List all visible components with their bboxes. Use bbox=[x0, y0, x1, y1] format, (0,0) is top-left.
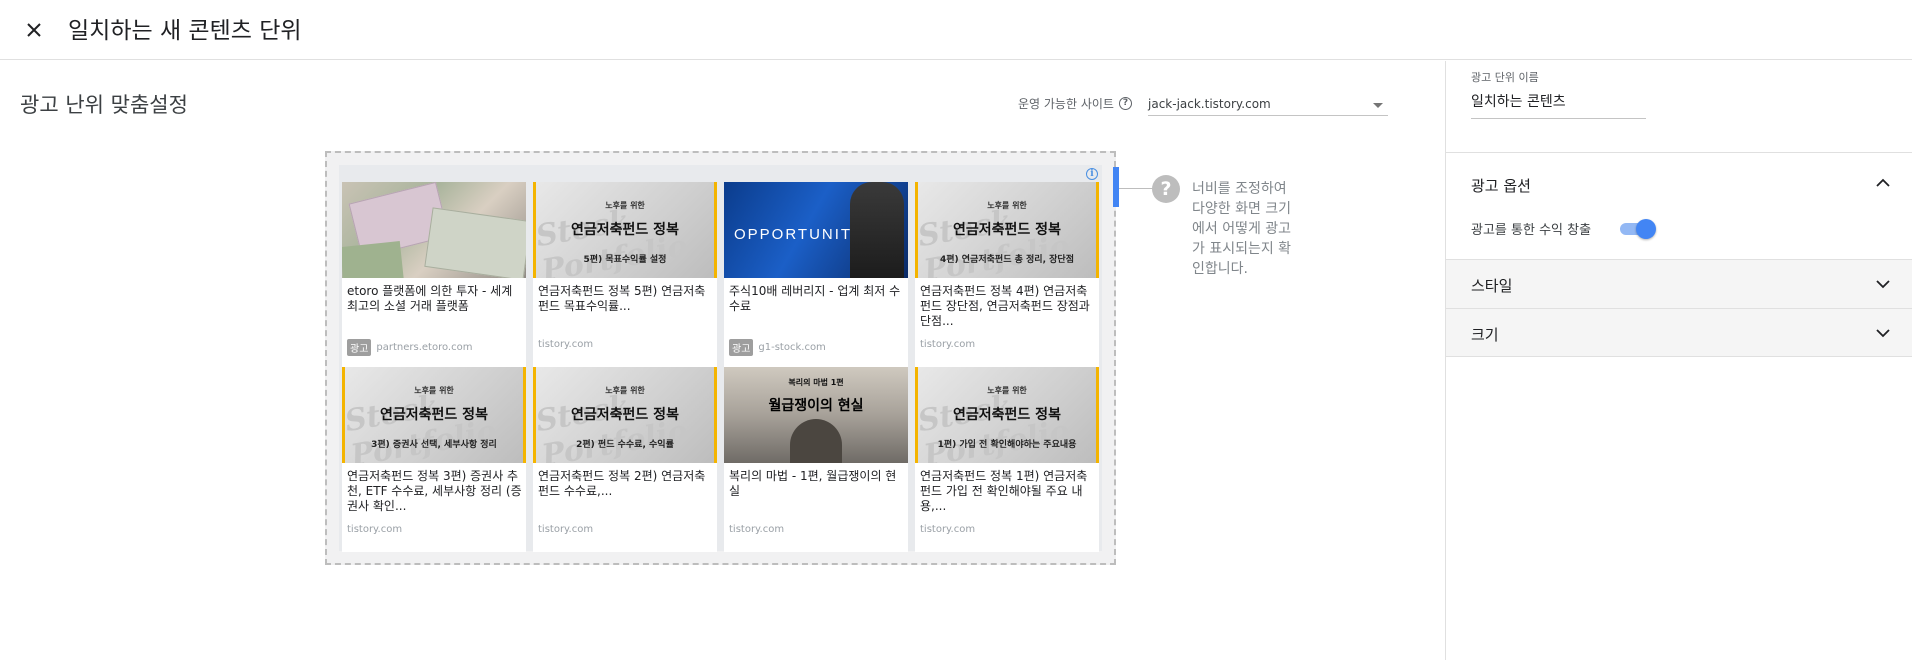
ad-unit-name-input[interactable]: 일치하는 콘텐츠 bbox=[1471, 83, 1646, 119]
thumb-big-text: 연금저축펀드 정복 bbox=[953, 407, 1061, 423]
section-title: 광고 난위 맞춤설정 bbox=[20, 93, 188, 117]
card-source-text: tistory.com bbox=[920, 339, 976, 350]
thumb-sub-text: 4편) 연금저축펀드 총 정리, 장단점 bbox=[940, 255, 1074, 265]
ad-options-section: 광고 옵션 광고를 통한 수익 창출 bbox=[1446, 152, 1912, 259]
card-source-text: tistory.com bbox=[729, 524, 785, 535]
dropdown-caret-icon bbox=[1373, 103, 1383, 108]
thumb-word: OPPORTUNITY bbox=[734, 226, 865, 243]
ad-card[interactable]: Stock Portfolio 노후를 위한 연금저축펀드 정복 1편) 가입 … bbox=[915, 367, 1099, 552]
thumb-big-text: 연금저축펀드 정복 bbox=[571, 407, 679, 423]
card-title: 연금저축펀드 정복 4편) 연금저축펀드 장단점, 연금저축펀드 장점과 단점.… bbox=[920, 284, 1090, 328]
ad-info-icon[interactable]: i bbox=[1086, 168, 1098, 180]
ad-card[interactable]: Stock Portfolio 노후를 위한 연금저축펀드 정복 2편) 펀드 … bbox=[533, 367, 717, 552]
thumbnail-image: 복리의 마법 1편 월급쟁이의 현실 bbox=[724, 367, 908, 463]
thumbnail-image: OPPORTUNITY bbox=[724, 182, 908, 278]
card-source: tistory.com bbox=[538, 339, 593, 350]
card-source-text: tistory.com bbox=[347, 524, 403, 535]
ad-card[interactable]: Stock Portfolio 노후를 위한 연금저축펀드 정복 3편) 증권사… bbox=[342, 367, 526, 552]
thumb-small-text: 복리의 마법 1편 bbox=[788, 378, 844, 387]
thumb-big-text: 연금저축펀드 정복 bbox=[571, 222, 679, 238]
card-title: etoro 플랫폼에 의한 투자 - 세계 최고의 소셜 거래 플랫폼 bbox=[347, 284, 513, 313]
chevron-down-icon bbox=[1876, 329, 1890, 338]
close-icon bbox=[27, 23, 41, 37]
card-source: tistory.com bbox=[347, 524, 402, 535]
ad-card[interactable]: Stock Portfolio 노후를 위한 연금저축펀드 정복 5편) 목표수… bbox=[533, 182, 717, 367]
card-source-text: tistory.com bbox=[538, 524, 594, 535]
card-source: tistory.com bbox=[920, 339, 975, 350]
thumb-small-text: 노후를 위한 bbox=[414, 386, 454, 395]
size-label: 크기 bbox=[1471, 326, 1499, 344]
card-title: 주식10배 레버리지 - 업계 최저 수수료 bbox=[729, 284, 901, 313]
card-source: tistory.com bbox=[729, 524, 784, 535]
top-bar: 일치하는 새 콘텐츠 단위 bbox=[0, 0, 1912, 60]
thumbnail-image bbox=[342, 182, 526, 278]
ad-badge: 광고 bbox=[729, 339, 754, 356]
card-source-text: tistory.com bbox=[920, 524, 976, 535]
thumb-sub-text: 1편) 가입 전 확인해야하는 주요내용 bbox=[937, 440, 1077, 450]
help-icon[interactable]: ? bbox=[1118, 97, 1132, 110]
ad-card[interactable]: Stock Portfolio 노후를 위한 연금저축펀드 정복 4편) 연금저… bbox=[915, 182, 1099, 367]
thumb-small-text: 노후를 위한 bbox=[987, 386, 1027, 395]
site-label: 운영 가능한 사이트 ? bbox=[1018, 95, 1132, 112]
card-source-text: g1-stock.com bbox=[758, 342, 826, 353]
width-resize-handle[interactable] bbox=[1113, 167, 1119, 207]
settings-panel: 광고 단위 이름 일치하는 콘텐츠 광고 옵션 광고를 통한 수익 창출 스타일… bbox=[1445, 61, 1912, 660]
divider bbox=[1446, 356, 1912, 357]
hint-connector bbox=[1119, 188, 1153, 189]
chevron-up-icon[interactable] bbox=[1875, 175, 1891, 191]
thumb-sub-text: 2편) 펀드 수수료, 수익률 bbox=[576, 440, 674, 450]
style-section-header[interactable]: 스타일 bbox=[1446, 259, 1912, 308]
ad-preview: i etoro 플랫폼에 의한 투자 - 세계 최고의 소셜 거래 플랫폼 광고… bbox=[339, 165, 1102, 552]
ad-badge: 광고 bbox=[347, 339, 372, 356]
card-title: 연금저축펀드 정복 2편) 연금저축펀드 수수료,... bbox=[538, 469, 706, 498]
ad-cards-grid: etoro 플랫폼에 의한 투자 - 세계 최고의 소셜 거래 플랫폼 광고 p… bbox=[342, 182, 1099, 552]
size-section-header[interactable]: 크기 bbox=[1446, 308, 1912, 357]
ad-options-title: 광고 옵션 bbox=[1471, 177, 1531, 195]
ad-preview-frame: i etoro 플랫폼에 의한 투자 - 세계 최고의 소셜 거래 플랫폼 광고… bbox=[325, 151, 1116, 565]
site-select-value: jack-jack.tistory.com bbox=[1148, 97, 1271, 111]
thumb-small-text: 노후를 위한 bbox=[605, 386, 645, 395]
card-source: tistory.com bbox=[538, 524, 593, 535]
site-label-text: 운영 가능한 사이트 bbox=[1018, 97, 1114, 111]
thumbnail-image: Stock Portfolio 노후를 위한 연금저축펀드 정복 1편) 가입 … bbox=[915, 367, 1099, 463]
site-select[interactable]: jack-jack.tistory.com bbox=[1148, 88, 1388, 116]
thumbnail-image: Stock Portfolio 노후를 위한 연금저축펀드 정복 5편) 목표수… bbox=[533, 182, 717, 278]
resize-hint-text: 너비를 조정하여 다양한 화면 크기에서 어떻게 광고가 표시되는지 확인합니다… bbox=[1192, 181, 1292, 277]
card-source: 광고 partners.etoro.com bbox=[347, 339, 472, 356]
card-title: 연금저축펀드 정복 5편) 연금저축펀드 목표수익률... bbox=[538, 284, 706, 313]
card-title: 복리의 마법 - 1편, 월급쟁이의 현실 bbox=[729, 469, 897, 498]
ad-card[interactable]: OPPORTUNITY 주식10배 레버리지 - 업계 최저 수수료 광고 g1… bbox=[724, 182, 908, 367]
thumb-sub-text: 3편) 증권사 선택, 세부사항 정리 bbox=[371, 440, 497, 450]
thumbnail-image: Stock Portfolio 노후를 위한 연금저축펀드 정복 4편) 연금저… bbox=[915, 182, 1099, 278]
card-source-text: tistory.com bbox=[538, 339, 594, 350]
thumb-small-text: 노후를 위한 bbox=[987, 201, 1027, 210]
thumb-sub-text: 5편) 목표수익률 설정 bbox=[583, 255, 667, 265]
card-source-text: partners.etoro.com bbox=[376, 342, 473, 353]
ad-card[interactable]: etoro 플랫폼에 의한 투자 - 세계 최고의 소셜 거래 플랫폼 광고 p… bbox=[342, 182, 526, 367]
monetize-toggle[interactable] bbox=[1618, 218, 1656, 240]
thumb-small-text: 노후를 위한 bbox=[605, 201, 645, 210]
thumb-big-text: 월급쟁이의 현실 bbox=[768, 398, 864, 414]
thumb-big-text: 연금저축펀드 정복 bbox=[953, 222, 1061, 238]
style-label: 스타일 bbox=[1471, 277, 1513, 295]
page-title: 일치하는 새 콘텐츠 단위 bbox=[68, 18, 302, 44]
ad-card[interactable]: 복리의 마법 1편 월급쟁이의 현실 복리의 마법 - 1편, 월급쟁이의 현실… bbox=[724, 367, 908, 552]
question-icon: ? bbox=[1152, 175, 1180, 203]
close-button[interactable] bbox=[16, 12, 52, 48]
main-area: 광고 난위 맞춤설정 운영 가능한 사이트 ? jack-jack.tistor… bbox=[0, 61, 1445, 660]
chevron-down-icon bbox=[1876, 280, 1890, 289]
card-source: 광고 g1-stock.com bbox=[729, 339, 826, 356]
card-title: 연금저축펀드 정복 1편) 연금저축펀드 가입 전 확인해야될 주요 내용,..… bbox=[920, 469, 1088, 513]
monetize-toggle-label: 광고를 통한 수익 창출 bbox=[1471, 223, 1592, 238]
thumb-big-text: 연금저축펀드 정복 bbox=[380, 407, 488, 423]
thumbnail-image: Stock Portfolio 노후를 위한 연금저축펀드 정복 2편) 펀드 … bbox=[533, 367, 717, 463]
thumbnail-image: Stock Portfolio 노후를 위한 연금저축펀드 정복 3편) 증권사… bbox=[342, 367, 526, 463]
card-source: tistory.com bbox=[920, 524, 975, 535]
card-title: 연금저축펀드 정복 3편) 증권사 추천, ETF 수수료, 세부사항 정리 (… bbox=[347, 469, 522, 513]
